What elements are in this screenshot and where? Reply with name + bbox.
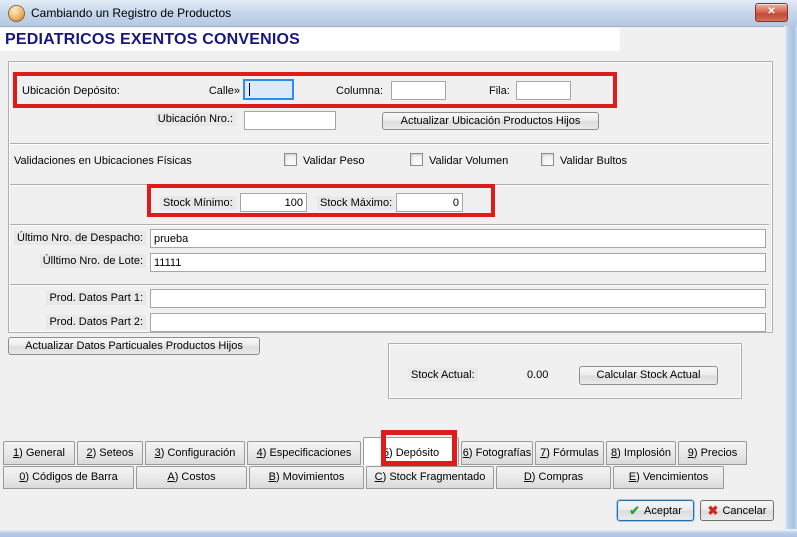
columna-label: Columna: <box>336 85 383 97</box>
validar-peso-checkbox[interactable] <box>284 153 297 166</box>
stock-minimo-input[interactable] <box>240 193 307 212</box>
tab-codigos-de-barra[interactable]: 0) Códigos de Barra <box>3 466 134 489</box>
window-bottom-border <box>0 529 797 537</box>
datos-part2-label: Prod. Datos Part 2: <box>12 316 146 328</box>
ubicacion-deposito-label: Ubicación Depósito: <box>22 85 120 97</box>
calle-label: Calle» <box>190 85 240 97</box>
separator <box>10 143 769 145</box>
tab-movimientos[interactable]: B) Movimientos <box>249 466 364 489</box>
tab-deposito[interactable]: 5) Depósito <box>363 437 459 465</box>
cancelar-label: Cancelar <box>722 505 766 517</box>
despacho-label: Último Nro. de Despacho: <box>12 232 146 244</box>
actualizar-datos-button[interactable]: Actualizar Datos Particuales Productos H… <box>8 337 260 355</box>
validar-bultos-label: Validar Bultos <box>560 155 627 167</box>
ubicacion-nro-input[interactable] <box>244 111 336 130</box>
tab-formulas[interactable]: 7) Fórmulas <box>535 441 604 465</box>
separator <box>10 184 769 186</box>
validar-bultos-checkbox[interactable] <box>541 153 554 166</box>
close-button[interactable]: ✕ <box>755 3 788 22</box>
despacho-input[interactable] <box>150 229 766 248</box>
tab-configuracion[interactable]: 3) Configuración <box>145 441 245 465</box>
actualizar-ubicacion-button[interactable]: Actualizar Ubicación Productos Hijos <box>382 112 599 130</box>
tab-fotografias[interactable]: 6) Fotografías <box>461 441 533 465</box>
datos-part1-label: Prod. Datos Part 1: <box>12 292 146 304</box>
title-bar[interactable]: Cambiando un Registro de Productos ✕ <box>0 0 797 27</box>
stock-actual-value: 0.00 <box>527 369 548 381</box>
lote-label: Úlltimo Nro. de Lote: <box>12 255 146 267</box>
cross-icon: ✖ <box>708 503 719 519</box>
lote-input[interactable] <box>150 253 766 272</box>
window-right-border <box>784 26 797 537</box>
tab-seteos[interactable]: 2) Seteos <box>77 441 143 465</box>
tab-general[interactable]: 1) General <box>3 441 75 465</box>
close-icon: ✕ <box>767 6 775 17</box>
dialog-window: Cambiando un Registro de Productos ✕ PED… <box>0 0 797 537</box>
fila-label: Fila: <box>489 85 510 97</box>
window-title: Cambiando un Registro de Productos <box>31 6 231 20</box>
datos-part1-input[interactable] <box>150 289 766 308</box>
product-name: PEDIATRICOS EXENTOS CONVENIOS <box>0 28 620 49</box>
fila-input[interactable] <box>516 81 571 100</box>
stock-maximo-label: Stock Máximo: <box>317 197 395 209</box>
tab-vencimientos[interactable]: E) Vencimientos <box>613 466 724 489</box>
calcular-stock-button[interactable]: Calcular Stock Actual <box>579 366 718 385</box>
record-header: PEDIATRICOS EXENTOS CONVENIOS <box>0 28 620 51</box>
datos-part2-input[interactable] <box>150 313 766 332</box>
validar-volumen-label: Validar Volumen <box>429 155 508 167</box>
tab-stock-fragmentado[interactable]: C) Stock Fragmentado <box>366 466 494 489</box>
cancelar-button[interactable]: ✖ Cancelar <box>700 500 774 521</box>
aceptar-label: Aceptar <box>644 505 682 517</box>
calle-input[interactable] <box>243 79 294 100</box>
stock-maximo-input[interactable] <box>396 193 463 212</box>
columna-input[interactable] <box>391 81 446 100</box>
validar-peso-label: Validar Peso <box>303 155 365 167</box>
validaciones-label: Validaciones en Ubicaciones Físicas <box>14 155 192 167</box>
stock-actual-label: Stock Actual: <box>408 369 478 381</box>
ubicacion-nro-label: Ubicación Nro.: <box>110 113 236 125</box>
separator <box>10 224 769 226</box>
separator <box>10 284 769 286</box>
tab-precios[interactable]: 9) Precios <box>678 441 747 465</box>
validar-volumen-checkbox[interactable] <box>410 153 423 166</box>
check-icon: ✔ <box>629 503 640 519</box>
tab-especificaciones[interactable]: 4) Especificaciones <box>247 441 361 465</box>
app-icon <box>8 5 25 22</box>
tab-costos[interactable]: A) Costos <box>136 466 247 489</box>
stock-minimo-label: Stock Mínimo: <box>160 197 236 209</box>
tab-compras[interactable]: D) Compras <box>496 466 611 489</box>
text-caret <box>249 83 250 96</box>
tab-implosion[interactable]: 8) Implosión <box>606 441 676 465</box>
aceptar-button[interactable]: ✔ Aceptar <box>617 500 694 521</box>
